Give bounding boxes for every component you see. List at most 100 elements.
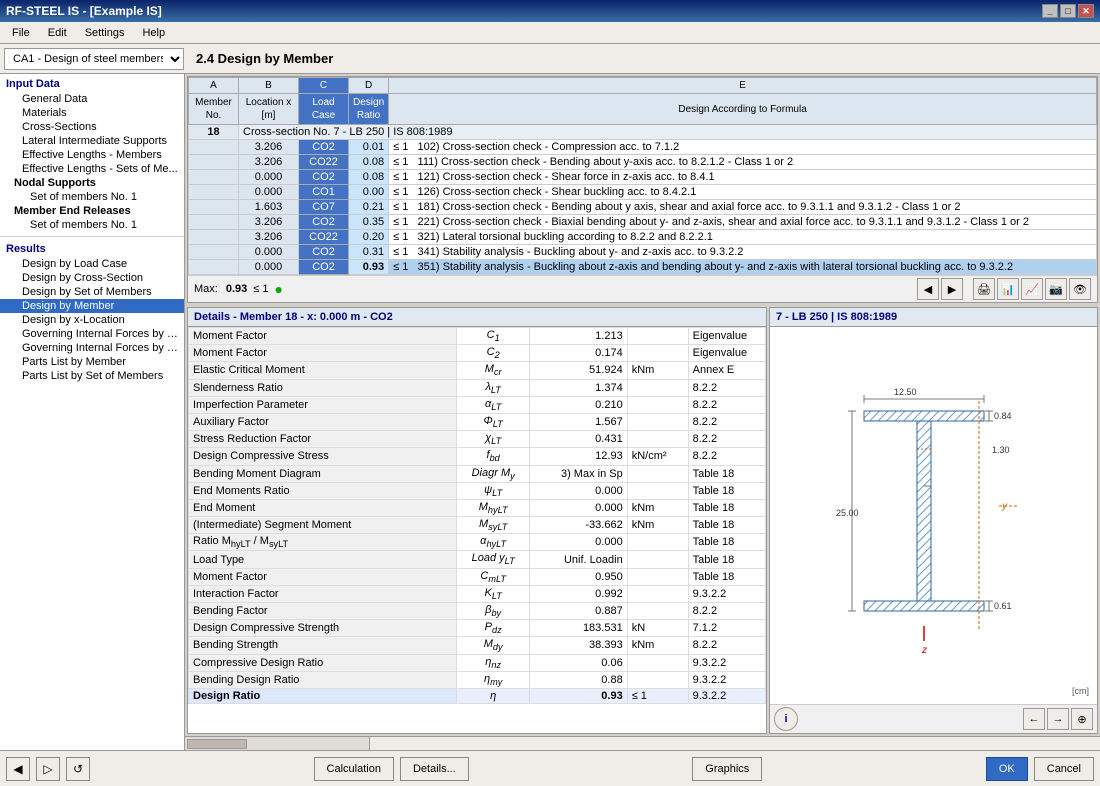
graphics-button[interactable]: Graphics <box>692 757 762 781</box>
cs-arrow-left[interactable]: ← <box>1023 708 1045 730</box>
details-panel: Details - Member 18 - x: 0.000 m - CO2 M… <box>187 307 767 734</box>
title-bar: RF-STEEL IS - [Example IS] _ □ ✕ <box>0 0 1100 22</box>
table-icon-eye[interactable]: 👁 <box>1069 278 1091 300</box>
svg-text:12.50: 12.50 <box>894 387 917 397</box>
detail-row-15: Interaction Factor KLT 0.992 9.3.2.2 <box>189 585 766 602</box>
table-icon-print[interactable]: 🖨 <box>973 278 995 300</box>
detail-row-7: Design Compressive Stress fbd 12.93 kN/c… <box>189 448 766 465</box>
sidebar-result-gov-forces-set[interactable]: Governing Internal Forces by Se... <box>0 341 184 355</box>
detail-row-11: (Intermediate) Segment Moment MsyLT -33.… <box>189 517 766 534</box>
sidebar-result-parts-member[interactable]: Parts List by Member <box>0 355 184 369</box>
menu-edit[interactable]: Edit <box>40 25 75 41</box>
sidebar-result-cross-section[interactable]: Design by Cross-Section <box>0 271 184 285</box>
sidebar-item-member-end-releases[interactable]: Member End Releases <box>0 204 184 218</box>
results-header: Results <box>0 241 184 257</box>
table-row-0[interactable]: 3.206 CO2 0.01 ≤ 1 102) Cross-section ch… <box>189 140 1097 155</box>
h-scrollbar[interactable] <box>185 736 1100 750</box>
max-label: Max: <box>194 283 218 295</box>
svg-text:1.30: 1.30 <box>992 445 1010 455</box>
bottom-toolbar: ◀ ▷ ↺ Calculation Details... Graphics OK… <box>0 750 1100 786</box>
sidebar-result-set-members[interactable]: Design by Set of Members <box>0 285 184 299</box>
minimize-button[interactable]: _ <box>1042 4 1058 18</box>
detail-row-16: Bending Factor βby 0.887 8.2.2 <box>189 603 766 620</box>
results-table-wrapper[interactable]: A B C D E Member No. Location x [m] <box>188 77 1097 275</box>
sidebar-item-eff-lengths-members[interactable]: Effective Lengths - Members <box>0 148 184 162</box>
sidebar-result-by-member[interactable]: Design by Member <box>0 299 184 313</box>
table-row-5[interactable]: 3.206 CO2 0.35 ≤ 1 221) Cross-section ch… <box>189 215 1097 230</box>
sidebar-item-cross-sections[interactable]: Cross-Sections <box>0 120 184 134</box>
section-title: 2.4 Design by Member <box>196 51 333 66</box>
window-controls: _ □ ✕ <box>1042 4 1094 18</box>
bottom-icon-1[interactable]: ◀ <box>6 757 30 781</box>
table-row-4[interactable]: 1.603 CO7 0.21 ≤ 1 181) Cross-section ch… <box>189 200 1097 215</box>
detail-row-9: End Moments Ratio ψLT 0.000 Table 18 <box>189 482 766 499</box>
details-scroll[interactable]: Moment Factor C1 1.213 Eigenvalue Moment… <box>188 327 766 733</box>
table-row-8-selected[interactable]: 0.000 CO2 0.93 ≤ 1 351) Stability analys… <box>189 260 1097 275</box>
cs-arrow-right[interactable]: → <box>1047 708 1069 730</box>
ok-button[interactable]: OK <box>986 757 1028 781</box>
detail-row-5: Auxiliary Factor ΦLT 1.567 8.2.2 <box>189 413 766 430</box>
max-value: 0.93 <box>226 283 247 295</box>
sidebar-item-general-data[interactable]: General Data <box>0 92 184 106</box>
sidebar-scrollbar-thumb[interactable] <box>187 739 247 749</box>
detail-row-3: Slenderness Ratio λLT 1.374 8.2.2 <box>189 379 766 396</box>
details-button[interactable]: Details... <box>400 757 469 781</box>
header-member-no: Member No. <box>189 94 239 125</box>
sidebar-item-lateral-supports[interactable]: Lateral Intermediate Supports <box>0 134 184 148</box>
header-design-ratio: Design Ratio <box>349 94 389 125</box>
detail-row-1: Moment Factor C2 0.174 Eigenvalue <box>189 345 766 362</box>
table-row-2[interactable]: 0.000 CO2 0.08 ≤ 1 121) Cross-section ch… <box>189 170 1097 185</box>
table-icon-chart[interactable]: 📈 <box>1021 278 1043 300</box>
cs-header: 7 - LB 250 | IS 808:1989 <box>770 308 1097 327</box>
header-load-case: Load Case <box>299 94 349 125</box>
table-icon-prev[interactable]: ◀ <box>917 278 939 300</box>
header-col-e: E <box>389 78 1097 94</box>
svg-text:0.84: 0.84 <box>994 411 1012 421</box>
table-row-3[interactable]: 0.000 CO1 0.00 ≤ 1 126) Cross-section ch… <box>189 185 1097 200</box>
calculation-button[interactable]: Calculation <box>314 757 394 781</box>
toolbar: CA1 - Design of steel members a... 2.4 D… <box>0 44 1100 74</box>
results-table: A B C D E Member No. Location x [m] <box>188 77 1097 275</box>
sidebar-result-parts-set[interactable]: Parts List by Set of Members <box>0 369 184 383</box>
cross-section-panel: 7 - LB 250 | IS 808:1989 <box>769 307 1098 734</box>
sidebar-result-gov-forces-member[interactable]: Governing Internal Forces by M... <box>0 327 184 341</box>
cs-zoom[interactable]: ⊕ <box>1071 708 1093 730</box>
close-button[interactable]: ✕ <box>1078 4 1094 18</box>
detail-row-13: Load Type Load yLT Unif. Loadin Table 18 <box>189 551 766 568</box>
main-layout: Input Data General Data Materials Cross-… <box>0 74 1100 750</box>
sidebar-result-load-case[interactable]: Design by Load Case <box>0 257 184 271</box>
detail-row-20: Bending Design Ratio ηmy 0.88 9.3.2.2 <box>189 671 766 688</box>
table-row-1[interactable]: 3.206 CO22 0.08 ≤ 1 111) Cross-section c… <box>189 155 1097 170</box>
case-selector[interactable]: CA1 - Design of steel members a... <box>4 48 184 70</box>
header-design-formula: Design According to Formula <box>389 94 1097 125</box>
detail-row-10: End Moment MhyLT 0.000 kNm Table 18 <box>189 499 766 516</box>
cs-member-no: 18 <box>189 125 239 140</box>
cs-info-button[interactable]: i <box>774 707 798 731</box>
svg-text:0.61: 0.61 <box>994 601 1012 611</box>
svg-text:25.00: 25.00 <box>836 508 859 518</box>
cancel-button[interactable]: Cancel <box>1034 757 1094 781</box>
sidebar-item-member-release-set1[interactable]: Set of members No. 1 <box>0 218 184 232</box>
header-col-d: D <box>349 78 389 94</box>
menu-settings[interactable]: Settings <box>77 25 133 41</box>
maximize-button[interactable]: □ <box>1060 4 1076 18</box>
cs-footer-buttons: ← → ⊕ <box>1023 708 1093 730</box>
menu-help[interactable]: Help <box>134 25 173 41</box>
detail-row-2: Elastic Critical Moment Mcr 51.924 kNm A… <box>189 362 766 379</box>
table-row-6[interactable]: 3.206 CO22 0.20 ≤ 1 321) Lateral torsion… <box>189 230 1097 245</box>
table-icon-next[interactable]: ▶ <box>941 278 963 300</box>
results-section: Results Design by Load Case Design by Cr… <box>0 239 184 385</box>
sidebar-item-nodal-set1[interactable]: Set of members No. 1 <box>0 190 184 204</box>
table-icon-toolbar: ◀ ▶ 🖨 📊 📈 📷 👁 <box>917 278 1091 300</box>
table-row-7[interactable]: 0.000 CO2 0.31 ≤ 1 341) Stability analys… <box>189 245 1097 260</box>
details-table: Moment Factor C1 1.213 Eigenvalue Moment… <box>188 327 766 704</box>
table-icon-save-xls[interactable]: 📊 <box>997 278 1019 300</box>
sidebar-result-x-location[interactable]: Design by x-Location <box>0 313 184 327</box>
sidebar-item-materials[interactable]: Materials <box>0 106 184 120</box>
sidebar-item-eff-lengths-sets[interactable]: Effective Lengths - Sets of Me... <box>0 162 184 176</box>
sidebar-item-nodal-supports[interactable]: Nodal Supports <box>0 176 184 190</box>
bottom-icon-3[interactable]: ↺ <box>66 757 90 781</box>
table-icon-camera[interactable]: 📷 <box>1045 278 1067 300</box>
menu-file[interactable]: File <box>4 25 38 41</box>
bottom-icon-2[interactable]: ▷ <box>36 757 60 781</box>
